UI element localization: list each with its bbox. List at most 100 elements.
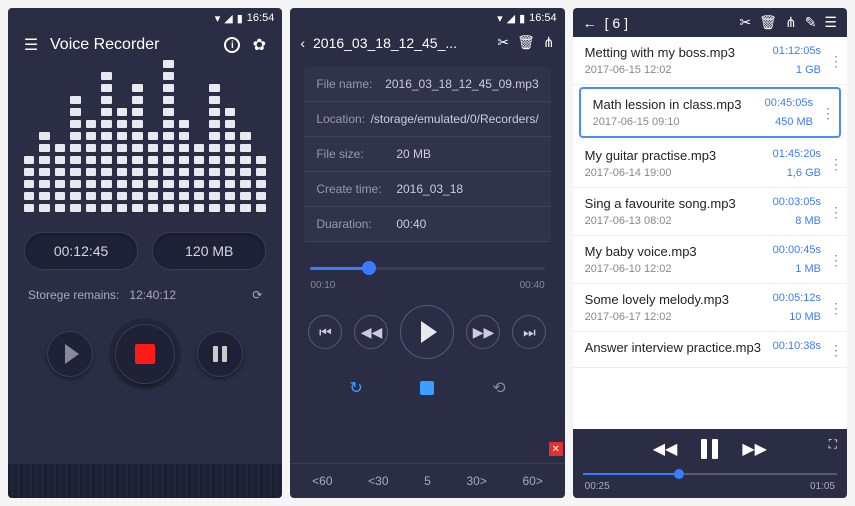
back-icon[interactable]: ←	[583, 15, 597, 31]
signal-icon: ◢	[224, 12, 232, 25]
recordings-list-screen: ← [ 6 ] ✂ 🗑 ⋔ ✎ ☰ Metting with my boss.m…	[573, 8, 847, 498]
wifi-icon: ▾	[215, 12, 221, 25]
item-title: Answer interview practice.mp3	[585, 340, 761, 355]
delete-icon[interactable]: 🗑	[759, 14, 777, 31]
signal-icon: ◢	[507, 12, 515, 25]
repeat-icon[interactable]: ⟲	[484, 373, 514, 403]
share-icon[interactable]: ⋔	[785, 14, 797, 31]
item-menu-icon[interactable]: ⋮	[829, 258, 843, 262]
list-item[interactable]: Sing a favourite song.mp3 00:03:05s 2017-0…	[573, 188, 847, 236]
item-duration: 00:03:05s	[773, 196, 835, 211]
mini-player: ◀◀ ▶▶ ⛶ 00:25 01:05	[573, 429, 847, 498]
menu-icon[interactable]: ☰	[824, 14, 837, 31]
list-item[interactable]: Math lession in class.mp3 00:45:05s 2017-0…	[579, 87, 841, 138]
rewind-icon[interactable]: ◀◀	[354, 315, 388, 349]
item-date: 2017-06-15 09:10	[593, 116, 680, 128]
playback-slider[interactable]	[310, 258, 544, 278]
item-menu-icon[interactable]: ⋮	[829, 59, 843, 63]
play-button[interactable]	[47, 331, 93, 377]
item-menu-icon[interactable]: ⋮	[829, 210, 843, 214]
item-size: 450 MB	[775, 116, 827, 128]
item-date: 2017-06-10 12:02	[585, 263, 672, 275]
item-menu-icon[interactable]: ⋮	[821, 111, 835, 115]
item-count: [ 6 ]	[605, 15, 732, 31]
edit-icon[interactable]: ✎	[805, 14, 817, 31]
pause-button[interactable]	[701, 439, 718, 459]
item-date: 2017-06-13 08:02	[585, 215, 672, 227]
breadcrumb: 2016_03_18_12_45_...	[313, 35, 489, 51]
seek-button[interactable]: 30>	[466, 474, 486, 488]
fast-forward-icon[interactable]: ▶▶	[466, 315, 500, 349]
pause-button[interactable]	[197, 331, 243, 377]
share-icon[interactable]: ⋔	[543, 34, 555, 51]
seek-button[interactable]: <30	[368, 474, 388, 488]
info-key: Create time:	[316, 182, 396, 196]
info-value: 2016_03_18_12_45_09.mp3	[385, 77, 538, 91]
stop-record-button[interactable]	[115, 324, 175, 384]
list-item[interactable]: My guitar practise.mp301:45:20s2017-06-1…	[573, 140, 847, 188]
item-date: 2017-06-15 12:02	[585, 64, 672, 76]
info-row: File name:2016_03_18_12_45_09.mp3	[304, 67, 550, 102]
item-menu-icon[interactable]: ⋮	[829, 348, 843, 352]
info-key: Duaration:	[316, 217, 396, 231]
mini-player-slider[interactable]	[583, 467, 837, 481]
item-title: My baby voice.mp3	[585, 244, 697, 259]
info-key: Location:	[316, 112, 370, 126]
gear-icon[interactable]: ✿	[250, 36, 268, 54]
cut-icon[interactable]: ✂	[497, 34, 509, 51]
menu-icon[interactable]: ☰	[22, 36, 40, 54]
info-value: /storage/emulated/0/Recorders/	[371, 112, 539, 126]
item-title: My guitar practise.mp3	[585, 148, 717, 163]
skip-end-icon[interactable]: ⏭	[512, 315, 546, 349]
item-menu-icon[interactable]: ⋮	[829, 162, 843, 166]
replay-icon[interactable]: ↻	[341, 373, 371, 403]
item-duration: 01:12:05s	[773, 45, 835, 60]
info-key: File size:	[316, 147, 396, 161]
item-menu-icon[interactable]: ⋮	[829, 306, 843, 310]
battery-icon: ▮	[237, 12, 243, 25]
info-row: Location:/storage/emulated/0/Recorders/	[304, 102, 550, 137]
equalizer-display	[8, 62, 282, 222]
stop-button[interactable]	[412, 373, 442, 403]
seek-button[interactable]: <60	[312, 474, 332, 488]
skip-start-icon[interactable]: ⏮	[308, 315, 342, 349]
item-size: 1,6 GB	[787, 167, 835, 179]
recording-size: 120 MB	[152, 232, 266, 270]
battery-icon: ▮	[519, 12, 525, 25]
app-title: Voice Recorder	[50, 36, 214, 54]
info-icon[interactable]: i	[224, 37, 240, 53]
cut-icon[interactable]: ✂	[739, 14, 751, 31]
expand-icon[interactable]: ⛶	[829, 437, 837, 452]
mini-player-position: 00:25	[585, 481, 610, 492]
back-icon[interactable]: ‹	[300, 35, 305, 51]
playback-position: 00:10	[310, 280, 335, 291]
item-duration: 00:45:05s	[765, 97, 827, 112]
status-bar: ▾ ◢ ▮ 16:54	[290, 8, 564, 28]
seek-button[interactable]: 5	[424, 474, 431, 488]
clock: 16:54	[247, 12, 275, 24]
close-ad-icon[interactable]: ✕	[549, 442, 563, 456]
seek-row: <60 <30 5 30> 60>	[290, 463, 564, 498]
list-item[interactable]: My baby voice.mp3 00:00:45s 2017-06-10 12:…	[573, 236, 847, 284]
clock: 16:54	[529, 12, 557, 24]
item-date: 2017-06-17 12:02	[585, 311, 672, 323]
refresh-icon[interactable]: ⟳	[252, 288, 262, 302]
rewind-icon[interactable]: ◀◀	[653, 439, 678, 459]
play-button[interactable]	[400, 305, 454, 359]
list-item[interactable]: Metting with my boss.mp3 01:12:05s 2017-06…	[573, 37, 847, 85]
item-title: Math lession in class.mp3	[593, 97, 742, 112]
list-item[interactable]: Some lovely melody.mp300:05:12s2017-06-1…	[573, 284, 847, 332]
fast-forward-icon[interactable]: ▶▶	[742, 439, 767, 459]
file-detail-screen: ▾ ◢ ▮ 16:54 ‹ 2016_03_18_12_45_... ✂ 🗑 ⋔…	[290, 8, 564, 498]
item-title: Sing a favourite song.mp3	[585, 196, 736, 211]
mini-player-duration: 01:05	[810, 481, 835, 492]
item-duration: 00:00:45s	[773, 244, 835, 259]
storage-value: 12:40:12	[129, 288, 176, 302]
info-row: Create time:2016_03_18	[304, 172, 550, 207]
item-title: Metting with my boss.mp3	[585, 45, 735, 60]
item-title: Some lovely melody.mp3	[585, 292, 729, 307]
list-item[interactable]: Answer interview practice.mp300:10:38s⋮	[573, 332, 847, 368]
seek-button[interactable]: 60>	[522, 474, 542, 488]
delete-icon[interactable]: 🗑	[517, 34, 535, 51]
info-row: Duaration:00:40	[304, 207, 550, 242]
